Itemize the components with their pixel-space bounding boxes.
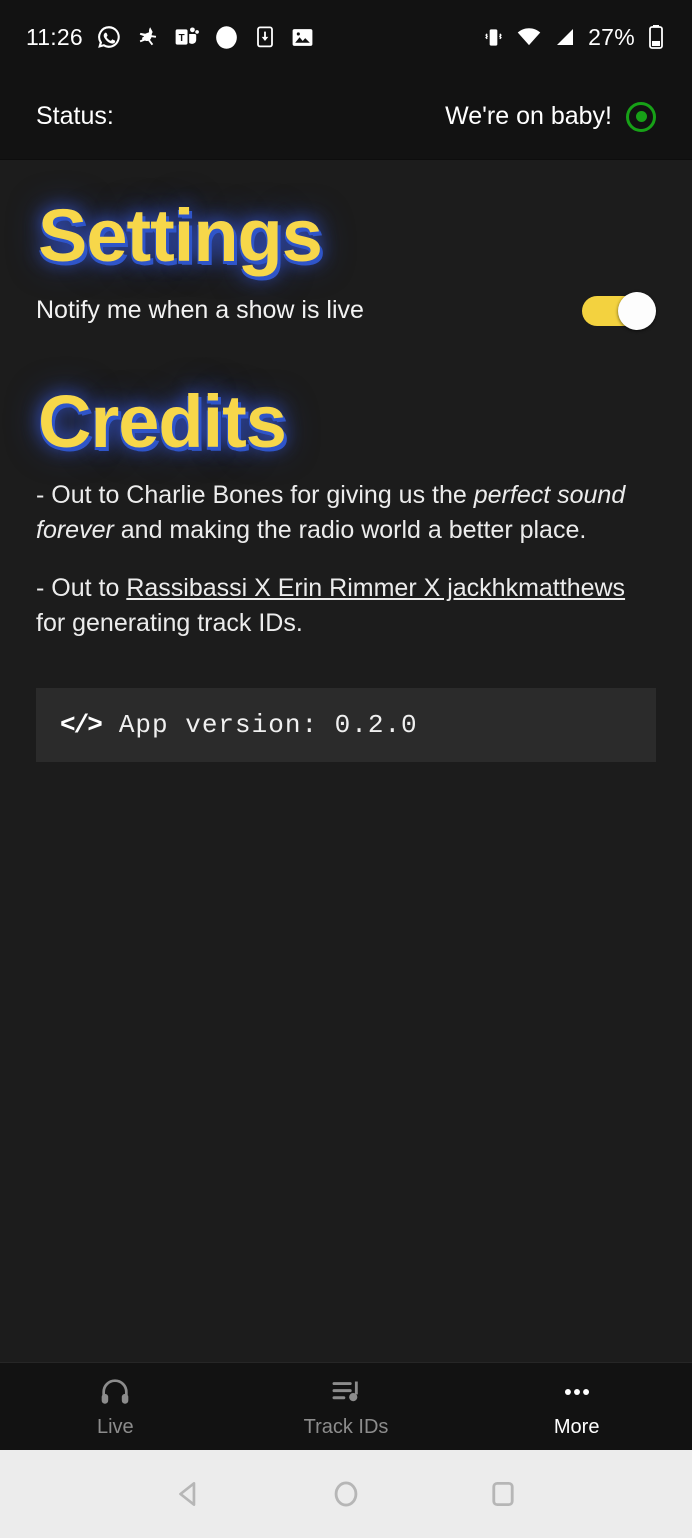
credit-2-suffix: for generating track IDs. — [36, 609, 303, 638]
more-dots-icon — [560, 1375, 594, 1409]
credit-entry-charlie-bones: - Out to Charlie Bones for giving us the… — [36, 478, 656, 549]
wifi-icon — [516, 24, 542, 50]
battery-percent-label: 27% — [588, 23, 635, 50]
status-value: We're on baby! — [445, 102, 612, 130]
credits-section: Credits - Out to Charlie Bones for givin… — [0, 379, 692, 642]
circle-notification-icon — [213, 24, 240, 51]
status-bar-right: 27% — [482, 24, 666, 51]
android-status-bar: 11:26 T 27% — [0, 0, 692, 74]
app-notification-icon — [135, 24, 161, 50]
credit-entry-track-ids: - Out to Rassibassi X Erin Rimmer X jack… — [36, 571, 656, 642]
tab-track-ids[interactable]: Track IDs — [231, 1375, 462, 1439]
recents-icon[interactable] — [486, 1477, 520, 1511]
home-icon[interactable] — [329, 1477, 363, 1511]
download-icon — [253, 25, 277, 49]
code-brackets-icon: </> — [60, 709, 103, 740]
notify-setting-row[interactable]: Notify me when a show is live — [0, 291, 692, 330]
cellular-signal-icon — [553, 25, 577, 49]
tab-track-ids-label: Track IDs — [303, 1415, 389, 1438]
phone-screen: 11:26 T 27% Status: We're on baby! Setti… — [0, 0, 692, 1538]
queue-music-icon — [329, 1375, 363, 1409]
app-status-header: Status: We're on baby! — [0, 74, 692, 160]
settings-content: Settings Notify me when a show is live C… — [0, 160, 692, 1362]
status-bar-clock: 11:26 — [26, 23, 83, 50]
notify-setting-label: Notify me when a show is live — [36, 296, 364, 325]
credit-1-suffix: and making the radio world a better plac… — [113, 516, 587, 545]
page-title-settings: Settings — [38, 194, 323, 277]
gallery-image-icon — [290, 25, 315, 50]
page-title-credits: Credits — [38, 379, 287, 463]
battery-icon — [646, 24, 666, 50]
credit-2-prefix: - Out to — [36, 573, 127, 602]
credit-contributors-link[interactable]: Rassibassi X Erin Rimmer X jackhkmatthew… — [126, 574, 625, 602]
credit-1-prefix: - Out to Charlie Bones for giving us the — [36, 480, 474, 509]
tab-live-label: Live — [96, 1415, 134, 1438]
app-version-label: App version: 0.2.0 — [118, 709, 418, 740]
whatsapp-icon — [96, 24, 122, 50]
vibrate-icon — [482, 26, 505, 49]
app-version-box: </> App version: 0.2.0 — [36, 687, 656, 762]
status-label: Status: — [36, 102, 114, 130]
svg-text:T: T — [178, 33, 184, 44]
status-value-group: We're on baby! — [445, 101, 656, 132]
live-dot-icon — [626, 101, 656, 132]
settings-section: Settings — [0, 196, 692, 276]
tab-more[interactable]: More — [461, 1375, 692, 1439]
status-bar-left: 11:26 T — [26, 24, 315, 51]
tab-live[interactable]: Live — [0, 1375, 231, 1439]
tab-more-label: More — [553, 1415, 600, 1438]
toggle-thumb — [618, 291, 656, 330]
headphones-icon — [98, 1375, 132, 1409]
back-icon[interactable] — [172, 1477, 206, 1511]
android-nav-bar — [0, 1450, 692, 1538]
microsoft-teams-icon: T — [174, 24, 200, 50]
bottom-tab-bar: Live Track IDs More — [0, 1362, 692, 1450]
notify-toggle-switch[interactable] — [582, 291, 656, 330]
